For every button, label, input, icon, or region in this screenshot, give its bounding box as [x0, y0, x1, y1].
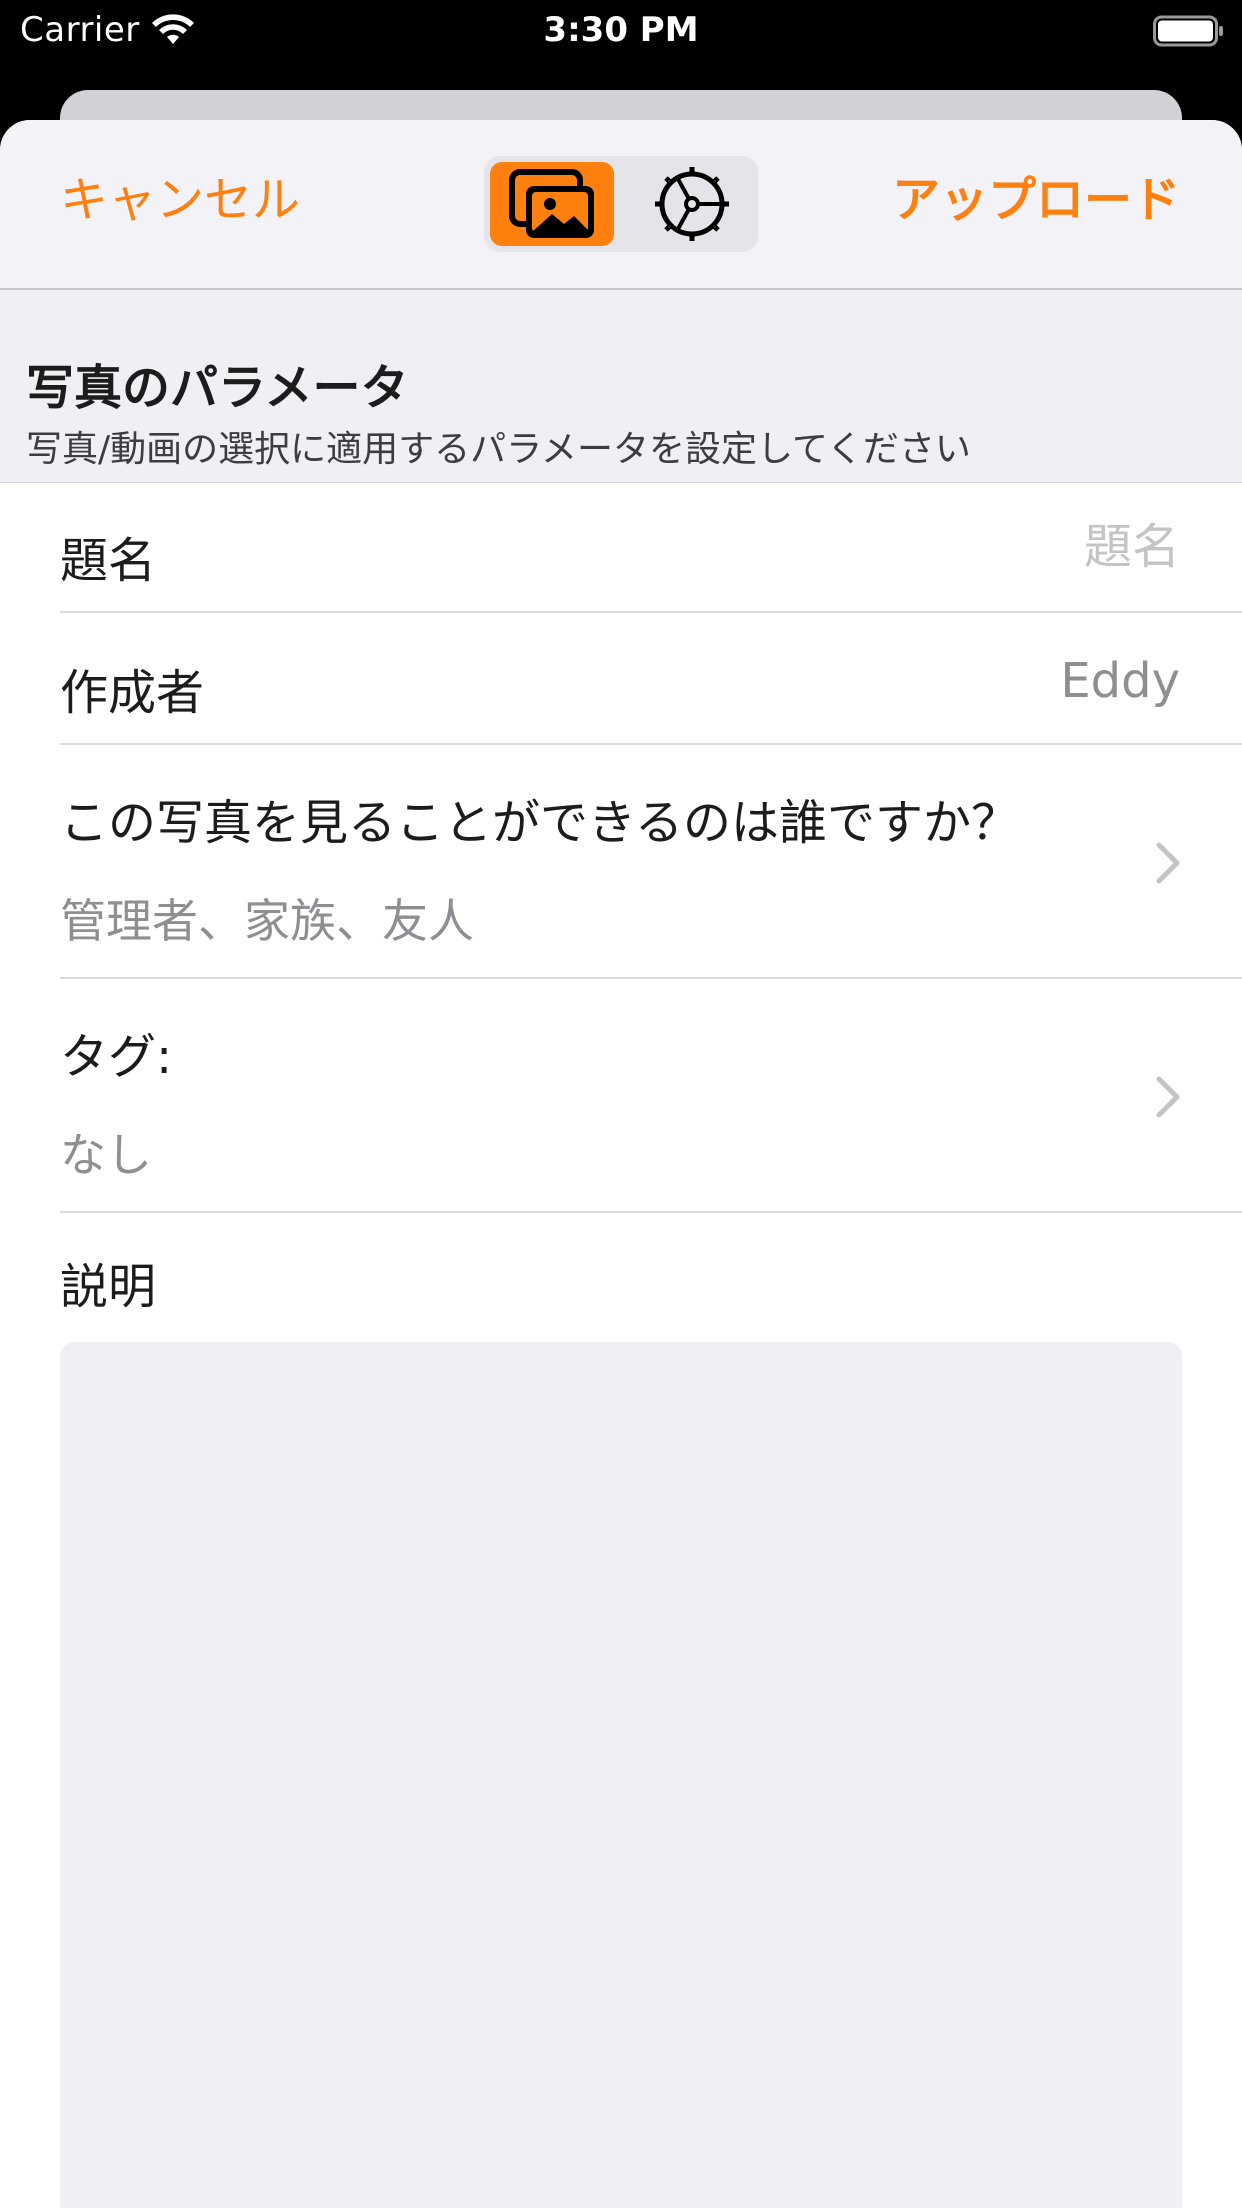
- battery-icon: [1153, 15, 1223, 47]
- description-label: 説明: [60, 1259, 157, 1315]
- tags-value: なし: [60, 1128, 152, 1182]
- segment-settings[interactable]: [628, 162, 752, 246]
- section-subtitle: 写真/動画の選択に適用するパラメータを設定してください: [26, 429, 971, 470]
- author-label: 作成者: [60, 665, 205, 721]
- photos-icon: [509, 169, 594, 238]
- upload-button[interactable]: アップロード: [892, 176, 1180, 224]
- section-title: 写真のパラメータ: [26, 360, 409, 416]
- tags-label: タグ:: [60, 1029, 173, 1085]
- title-label: 題名: [60, 533, 157, 589]
- navigation-bar: キャンセル アップロード: [0, 120, 1242, 290]
- author-value[interactable]: Eddy: [1060, 653, 1180, 709]
- settings-icon: [655, 167, 729, 241]
- clock: 3:30 PM: [543, 10, 699, 50]
- title-row[interactable]: 題名: [0, 483, 1242, 613]
- chevron-right-icon: [1156, 842, 1180, 884]
- privacy-row[interactable]: この写真を見ることができるのは誰ですか？ 管理者、家族、友人: [0, 745, 1242, 979]
- status-bar: Carrier 3:30 PM: [0, 0, 1242, 64]
- privacy-value: 管理者、家族、友人: [60, 894, 474, 948]
- tags-row[interactable]: タグ: なし: [0, 979, 1242, 1213]
- upload-sheet: キャンセル アップロード 写真のパラメータ 写真/動画の選択に適用するパラメータ…: [0, 120, 1242, 2208]
- author-row[interactable]: 作成者 Eddy: [0, 613, 1242, 745]
- cancel-button[interactable]: キャンセル: [60, 176, 300, 224]
- segmented-control: [484, 156, 758, 252]
- segment-photos[interactable]: [490, 162, 614, 246]
- title-input[interactable]: [780, 519, 1180, 575]
- divider: [60, 1211, 1242, 1213]
- privacy-label: この写真を見ることができるのは誰ですか？: [60, 795, 1020, 851]
- chevron-right-icon: [1156, 1076, 1180, 1118]
- description-textarea[interactable]: [60, 1342, 1182, 2208]
